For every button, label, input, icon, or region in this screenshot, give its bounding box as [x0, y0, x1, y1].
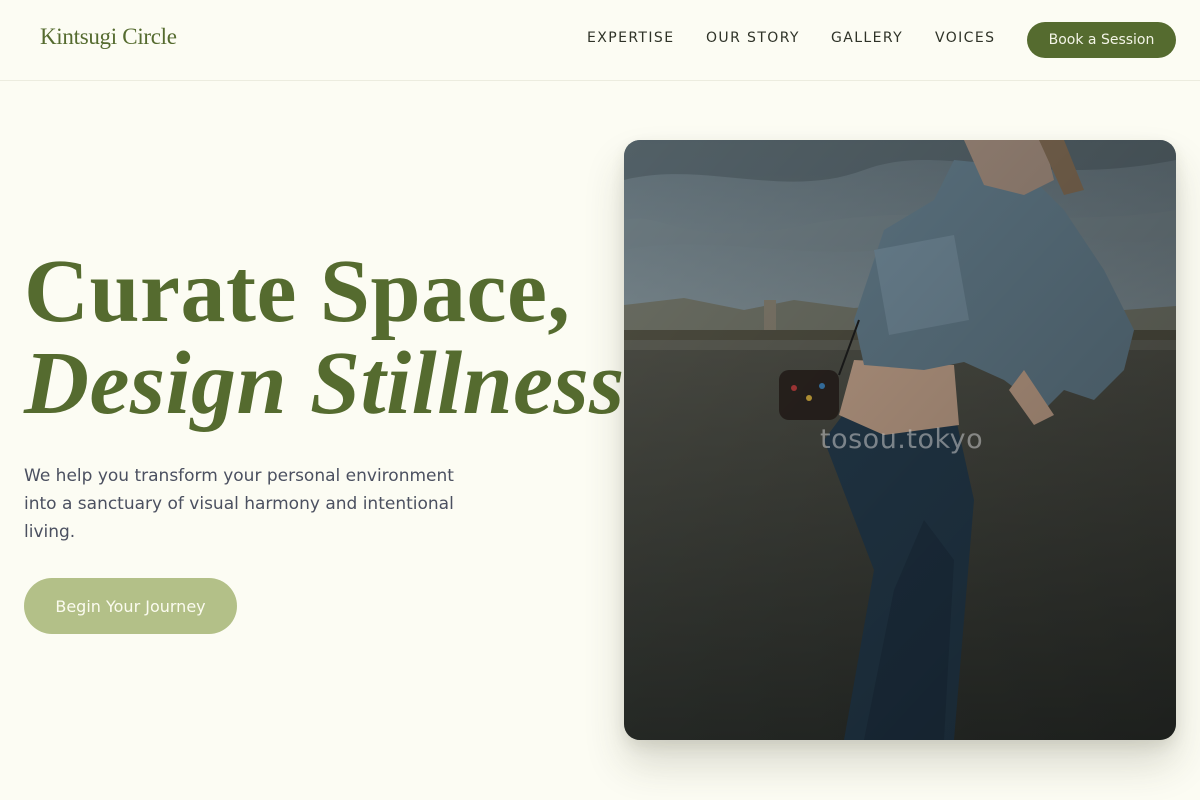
top-navigation-bar: Kintsugi Circle EXPERTISE OUR STORY GALL…: [0, 0, 1200, 81]
headline-line-2: Design Stillness.: [24, 334, 648, 433]
begin-journey-button[interactable]: Begin Your Journey: [24, 578, 237, 634]
hero-headline: Curate Space, Design Stillness.: [24, 246, 648, 430]
nav-link-voices[interactable]: VOICES: [935, 30, 995, 46]
book-session-button[interactable]: Book a Session: [1027, 22, 1176, 58]
hero-subtext: We help you transform your personal envi…: [24, 466, 454, 542]
headline-line-1: Curate Space,: [24, 242, 571, 341]
primary-nav: EXPERTISE OUR STORY GALLERY VOICES: [0, 30, 1200, 50]
image-watermark: tosou.tokyo: [820, 424, 984, 455]
nav-link-our-story[interactable]: OUR STORY: [706, 30, 800, 46]
nav-link-gallery[interactable]: GALLERY: [831, 30, 903, 46]
nav-link-expertise[interactable]: EXPERTISE: [587, 30, 674, 46]
